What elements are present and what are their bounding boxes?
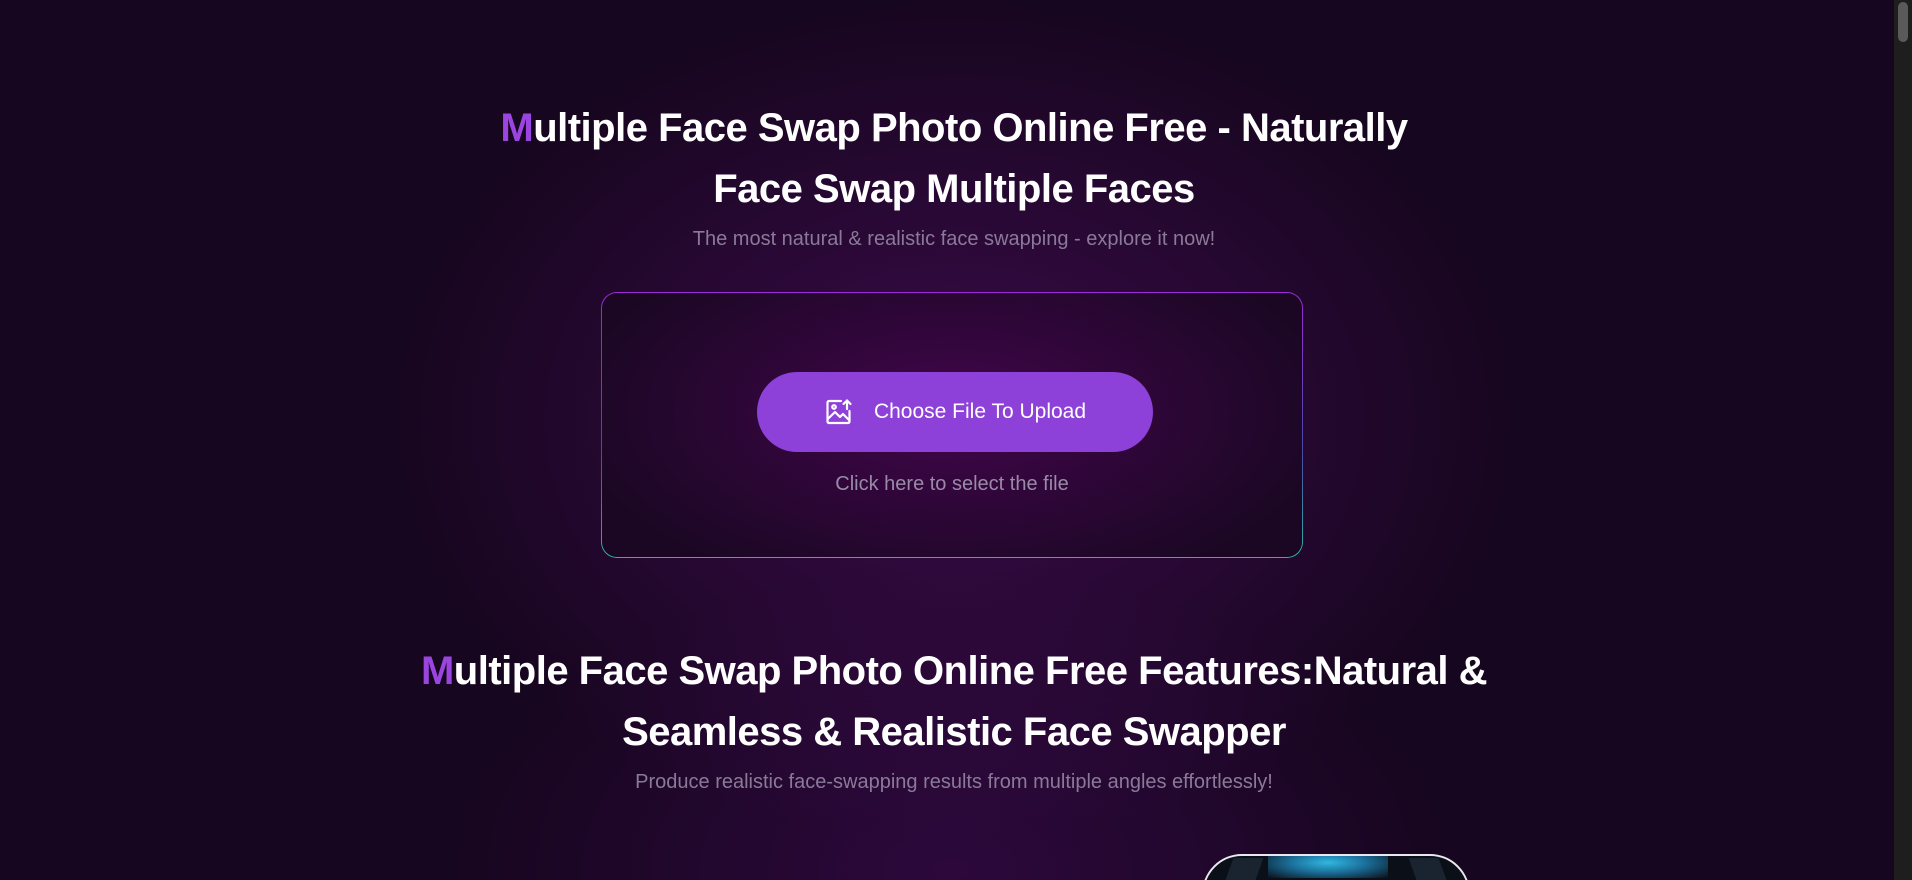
- features-subtitle: Produce realistic face-swapping results …: [635, 771, 1273, 793]
- preview-image-glow: [1268, 856, 1388, 878]
- features-title-line2: Seamless & Realistic Face Swapper: [622, 710, 1286, 754]
- hero-title-accent-letter: M: [500, 106, 534, 150]
- choose-file-button-label: Choose File To Upload: [873, 400, 1087, 423]
- image-upload-icon: [824, 397, 854, 427]
- preview-image-detail: [1222, 858, 1264, 880]
- hero-title-line2: Face Swap Multiple Faces: [713, 167, 1195, 211]
- features-title-accent-letter: M: [420, 649, 454, 693]
- hero-title-line1: ultiple Face Swap Photo Online Free - Na…: [533, 106, 1408, 150]
- upload-dropzone[interactable]: Choose File To Upload Click here to sele…: [601, 292, 1303, 558]
- scrollbar-thumb[interactable]: [1898, 2, 1908, 42]
- features-title-line1: ultiple Face Swap Photo Online Free Feat…: [453, 649, 1488, 693]
- preview-image-detail: [1408, 858, 1450, 880]
- choose-file-button[interactable]: Choose File To Upload: [757, 372, 1153, 452]
- hero-subtitle: The most natural & realistic face swappi…: [692, 228, 1216, 250]
- features-title: Multiple Face Swap Photo Online Free Fea…: [0, 641, 1908, 763]
- upload-hint[interactable]: Click here to select the file: [602, 473, 1302, 496]
- page: Multiple Face Swap Photo Online Free - N…: [0, 0, 1912, 880]
- page-scrollbar[interactable]: [1894, 0, 1912, 880]
- feature-preview-image: [1202, 854, 1470, 880]
- hero-title: Multiple Face Swap Photo Online Free - N…: [0, 98, 1908, 220]
